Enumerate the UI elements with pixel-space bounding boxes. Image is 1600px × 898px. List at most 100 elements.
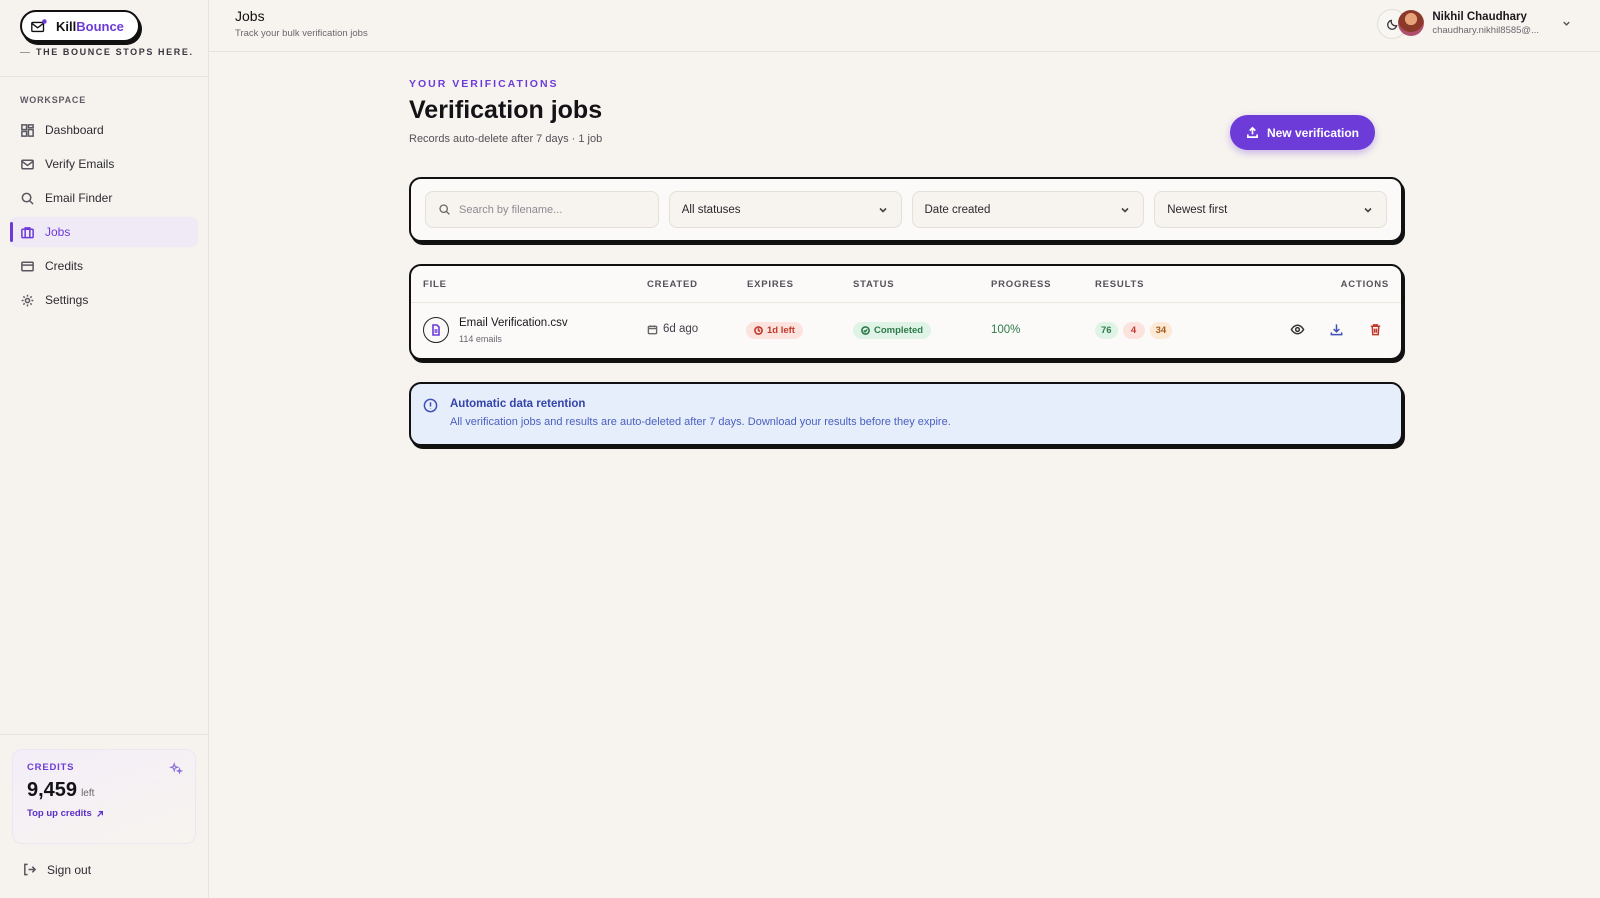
briefcase-icon <box>21 226 34 238</box>
credits-suffix: left <box>81 788 95 799</box>
moon-icon <box>1386 19 1397 30</box>
credits-number: 9,459 <box>27 779 78 801</box>
sidebar-item-label: Jobs <box>45 225 71 239</box>
retention-notice: Automatic data retention All verificatio… <box>409 382 1403 446</box>
tagline-text: THE BOUNCE STOPS HERE. <box>36 47 194 57</box>
sidebar-nav: Dashboard Verify Emails Email Finder Job… <box>0 115 208 315</box>
brand-name-kill: Kill <box>56 18 77 34</box>
sidebar-item-dashboard[interactable]: Dashboard <box>10 115 198 145</box>
credits-label: CREDITS <box>27 762 75 773</box>
check-circle-icon <box>861 326 870 335</box>
calendar-icon <box>647 324 658 334</box>
progress-value: 100% <box>991 324 1021 336</box>
workspace-label: WORKSPACE <box>20 95 87 105</box>
date-filter-value: Date created <box>924 203 991 216</box>
trash-icon[interactable] <box>1368 322 1383 337</box>
new-verification-label: New verification <box>1266 125 1359 140</box>
sidebar-item-label: Credits <box>45 259 84 273</box>
search-icon <box>21 192 34 205</box>
column-header-created: CREATED <box>647 279 698 290</box>
search-input[interactable]: Search by filename... <box>425 191 659 228</box>
user-menu[interactable]: Nikhil Chaudhary chaudhary.nikhil8585@..… <box>1398 10 1572 36</box>
column-header-results: RESULTS <box>1095 279 1145 290</box>
expires-value: 1d left <box>767 325 795 336</box>
sidebar-item-credits[interactable]: Credits <box>10 251 198 281</box>
sidebar-item-label: Email Finder <box>45 191 113 205</box>
search-placeholder: Search by filename... <box>459 203 563 216</box>
chevron-down-icon <box>878 207 887 213</box>
brand-name-bounce: Bounce <box>76 18 124 34</box>
credits-value: 9,459 left <box>27 779 181 802</box>
search-icon <box>439 204 450 215</box>
main-content: YOUR VERIFICATIONS Verification jobs Rec… <box>409 52 1405 446</box>
notice-text: All verification jobs and results are au… <box>450 416 951 428</box>
avatar <box>1398 10 1425 36</box>
column-header-status: STATUS <box>853 279 895 290</box>
topbar-subtitle: Track your bulk verification jobs <box>235 28 368 39</box>
tagline-dash <box>20 51 30 53</box>
info-icon <box>423 398 438 413</box>
table-row[interactable]: Email Verification.csv 114 emails 6d ago… <box>411 303 1401 358</box>
sidebar-item-verify-emails[interactable]: Verify Emails <box>10 149 198 179</box>
column-header-file: FILE <box>423 279 447 290</box>
sidebar-footer: CREDITS 9,459 left Top up credits Sign ou… <box>0 734 208 898</box>
topbar-title: Jobs <box>235 8 265 24</box>
topup-credits-link[interactable]: Top up credits <box>27 808 104 819</box>
notice-title: Automatic data retention <box>450 398 586 410</box>
new-verification-button[interactable]: New verification <box>1229 115 1375 150</box>
sidebar-item-label: Dashboard <box>45 123 104 137</box>
chevron-down-icon <box>1121 207 1129 213</box>
created-cell: 6d ago <box>647 323 698 335</box>
mail-icon <box>21 159 34 169</box>
column-header-expires: EXPIRES <box>747 279 794 290</box>
sidebar-item-jobs[interactable]: Jobs <box>10 217 198 247</box>
file-email-count: 114 emails <box>459 334 502 344</box>
column-header-progress: PROGRESS <box>991 279 1052 290</box>
sort-select[interactable]: Newest first <box>1154 191 1387 228</box>
invalid-count-badge: 4 <box>1122 322 1145 339</box>
filters-bar: Search by filename... All statuses Date … <box>409 177 1403 242</box>
sparkle-icon <box>169 762 183 775</box>
topup-label: Top up credits <box>27 808 92 819</box>
user-email: chaudhary.nikhil8585@... <box>1432 24 1539 36</box>
logo[interactable]: KillBounce <box>20 10 140 42</box>
status-filter-value: All statuses <box>681 203 741 216</box>
status-value: Completed <box>874 325 924 336</box>
row-actions <box>1290 322 1383 337</box>
page-eyebrow: YOUR VERIFICATIONS <box>409 78 559 90</box>
sidebar-item-email-finder[interactable]: Email Finder <box>10 183 198 213</box>
brand: KillBounce THE BOUNCE STOPS HERE. <box>0 0 208 77</box>
user-info: Nikhil Chaudhary chaudhary.nikhil8585@..… <box>1432 11 1539 36</box>
results-cell: 76 4 34 <box>1095 322 1173 339</box>
chevron-down-icon <box>1563 21 1570 26</box>
arrow-up-right-icon <box>96 810 103 817</box>
column-header-actions: ACTIONS <box>1340 279 1389 290</box>
sign-out-button[interactable]: Sign out <box>22 862 208 877</box>
expires-badge: 1d left <box>746 322 803 339</box>
brand-tagline: THE BOUNCE STOPS HERE. <box>20 47 208 57</box>
risky-count-badge: 34 <box>1149 322 1173 339</box>
sidebar-item-settings[interactable]: Settings <box>10 285 198 315</box>
jobs-table: FILE CREATED EXPIRES STATUS PROGRESS RES… <box>409 264 1403 360</box>
status-filter-select[interactable]: All statuses <box>668 191 902 228</box>
created-value: 6d ago <box>663 323 699 335</box>
status-badge: Completed <box>853 322 932 339</box>
gear-icon <box>21 294 34 306</box>
view-eye-icon[interactable] <box>1290 322 1305 337</box>
sidebar-item-label: Settings <box>45 293 89 307</box>
valid-count-badge: 76 <box>1095 322 1118 339</box>
card-icon <box>21 261 34 271</box>
upload-icon <box>1246 126 1258 138</box>
credits-card: CREDITS 9,459 left Top up credits <box>12 749 196 844</box>
sort-value: Newest first <box>1167 203 1228 216</box>
sidebar: KillBounce THE BOUNCE STOPS HERE. WORKSP… <box>0 0 209 898</box>
sign-out-icon <box>24 863 37 876</box>
file-name: Email Verification.csv <box>459 317 568 329</box>
dashboard-icon <box>21 123 34 137</box>
chevron-down-icon <box>1364 207 1372 213</box>
date-filter-select[interactable]: Date created <box>911 191 1145 228</box>
user-name: Nikhil Chaudhary <box>1432 10 1527 23</box>
sign-out-label: Sign out <box>47 862 92 877</box>
sidebar-item-label: Verify Emails <box>45 157 115 171</box>
download-icon[interactable] <box>1329 322 1344 337</box>
